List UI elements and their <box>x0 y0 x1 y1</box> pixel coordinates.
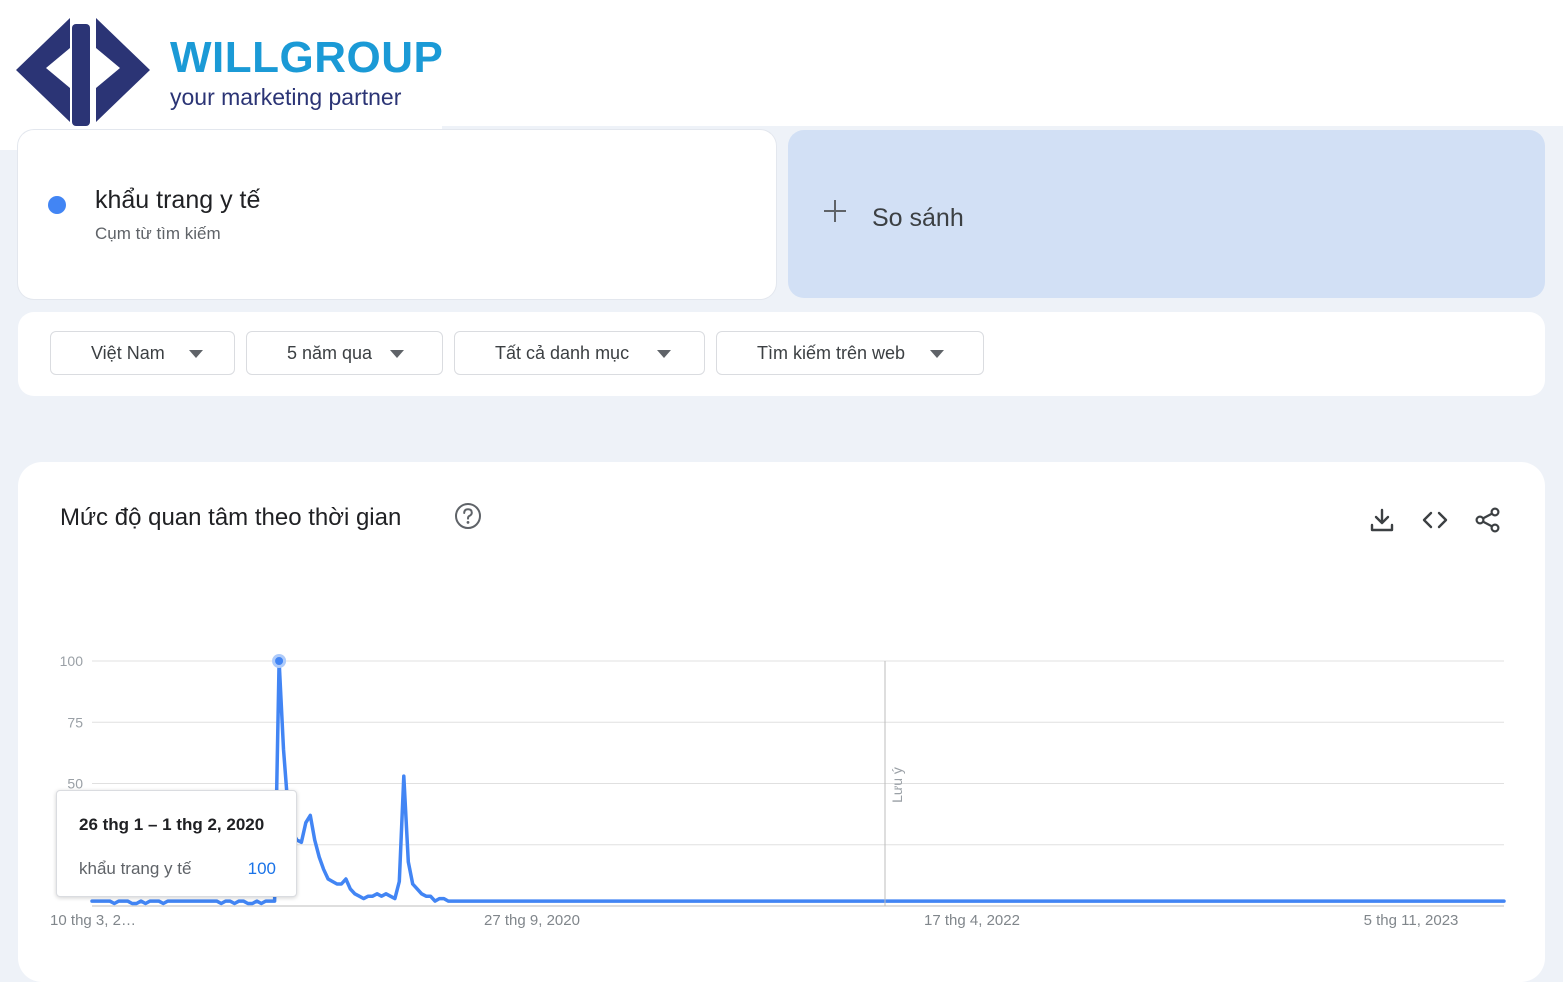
x-tick-label: 27 thg 9, 2020 <box>484 912 580 929</box>
annotation-note-label: Lưu ý <box>889 767 905 803</box>
series-line-khau-trang-y-te <box>90 659 1506 906</box>
peak-data-point <box>272 654 287 668</box>
y-tick-label: 100 <box>60 653 84 669</box>
x-tick-label: 10 thg 3, 2… <box>50 912 136 929</box>
y-tick-label: 75 <box>67 714 83 730</box>
tooltip-value: 100 <box>247 859 276 878</box>
data-point-tooltip: 26 thg 1 – 1 thg 2, 2020 khẩu trang y tế… <box>56 790 297 897</box>
tooltip-term: khẩu trang y tế <box>79 859 192 878</box>
tooltip-date: 26 thg 1 – 1 thg 2, 2020 <box>79 815 265 834</box>
x-tick-label: 17 thg 4, 2022 <box>924 912 1020 929</box>
x-tick-label: 5 thg 11, 2023 <box>1364 912 1459 929</box>
